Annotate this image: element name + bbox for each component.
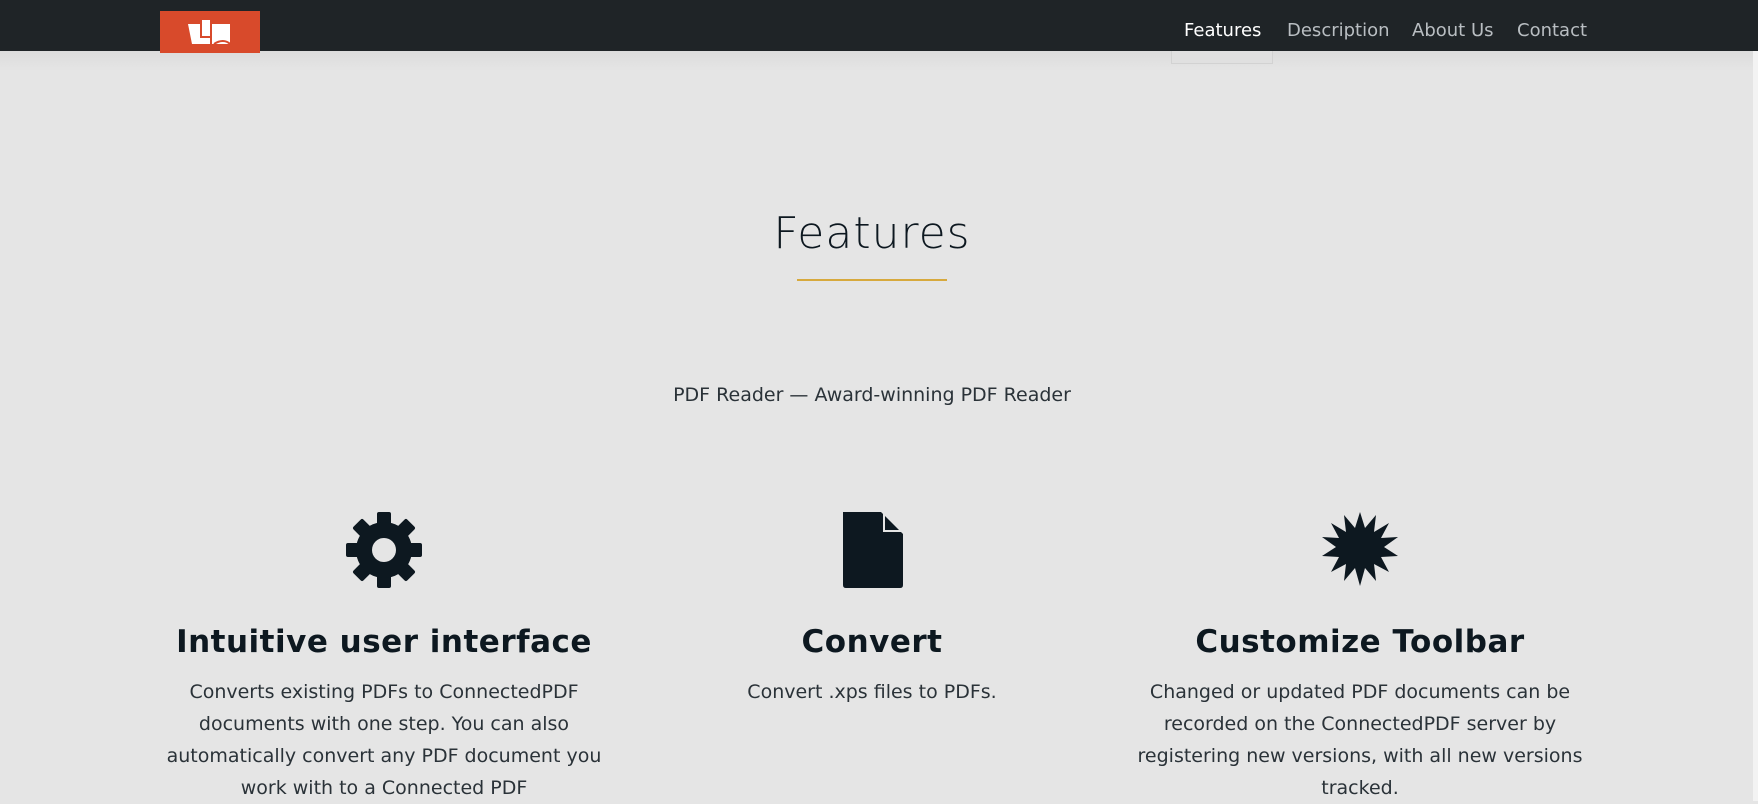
title-underline [797,279,947,281]
top-navbar [0,0,1758,51]
nav-link-description[interactable]: Description [1287,20,1390,41]
file-icon [843,512,903,588]
nav-link-about-us[interactable]: About Us [1412,20,1494,41]
scrollbar[interactable] [1753,51,1758,801]
certificate-icon [1322,512,1398,586]
feature-description: Changed or updated PDF documents can be … [1137,681,1583,799]
section-title: Features [773,208,971,259]
feature-description: Convert .xps files to PDFs. [747,681,997,703]
section-subtitle: PDF Reader — Award-winning PDF Reader [673,384,1071,406]
active-tab-indicator [1171,51,1273,64]
feature-card: Customize Toolbar Changed or updated PDF… [1120,510,1600,804]
navbar-shadow [0,51,1758,71]
book-logo-icon [188,20,231,45]
feature-card: Intuitive user interface Converts existi… [144,510,624,804]
feature-title: Convert [801,624,943,660]
feature-title: Intuitive user interface [176,624,592,660]
nav-link-features[interactable]: Features [1184,20,1261,41]
feature-card: Convert Convert .xps files to PDFs. [632,510,1112,708]
feature-description: Converts existing PDFs to ConnectedPDF d… [166,681,602,799]
nav-link-contact[interactable]: Contact [1517,20,1587,41]
feature-title: Customize Toolbar [1195,624,1525,660]
logo[interactable] [160,11,260,53]
gear-icon [346,512,422,588]
